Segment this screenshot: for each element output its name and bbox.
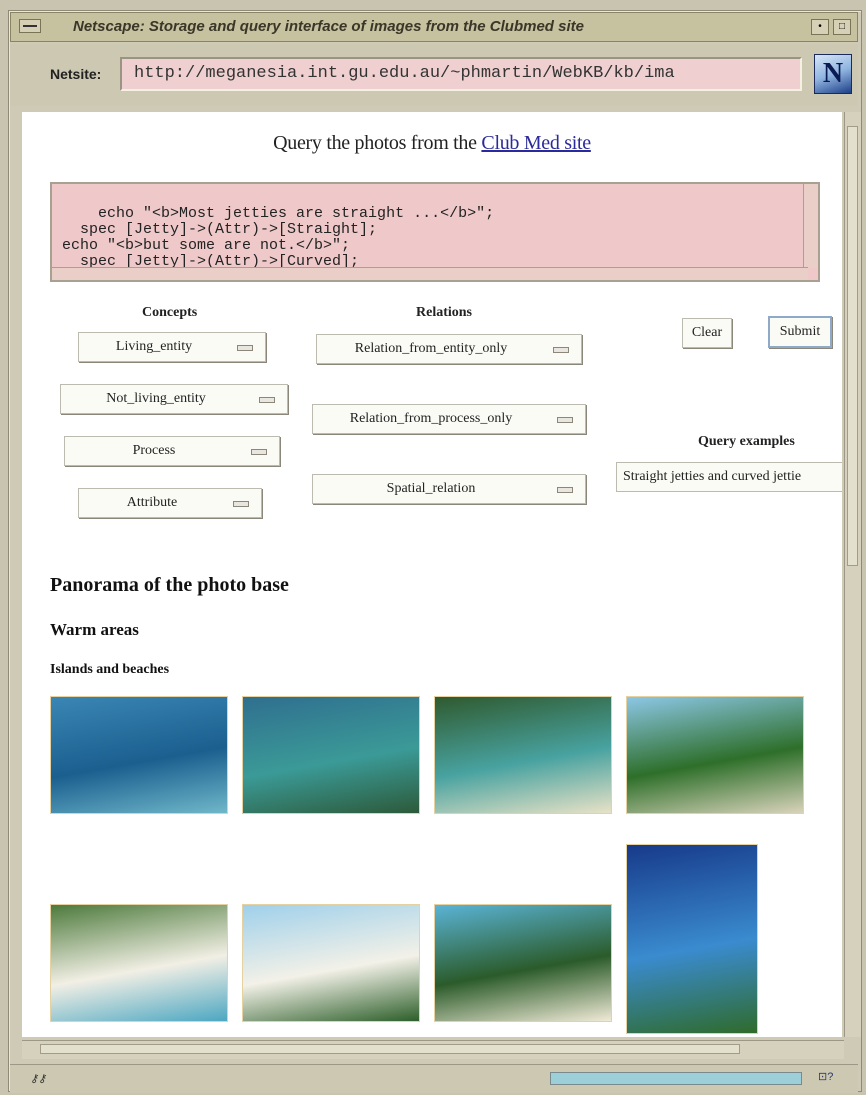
relation-select-process[interactable]: Relation_from_process_only [312,404,586,434]
club-med-link[interactable]: Club Med site [481,132,591,154]
option-menu-icon [233,501,249,507]
horizontal-scrollbar[interactable] [22,1040,844,1059]
query-vertical-scrollbar[interactable] [803,184,818,268]
photo-thumbnail-8[interactable] [626,844,758,1034]
subsubsection-title: Islands and beaches [50,662,170,677]
relation-select-spatial[interactable]: Spatial_relation [312,474,586,504]
photo-thumbnail-7[interactable] [434,904,612,1022]
window-title: Netscape: Storage and query interface of… [73,18,584,35]
window-menu-button[interactable] [19,19,41,33]
option-menu-icon [237,345,253,351]
select-label: Process [132,443,176,458]
concept-select-attribute[interactable]: Attribute [78,488,262,518]
query-textarea[interactable]: echo "<b>Most jetties are straight ...</… [50,182,820,282]
photo-thumbnail-4[interactable] [626,696,804,814]
netscape-logo[interactable]: N [814,54,852,94]
location-bar: Netsite: http://meganesia.int.gu.edu.au/… [10,44,858,106]
photo-thumbnail-3[interactable] [434,696,612,814]
submit-button[interactable]: Submit [768,316,832,348]
section-title: Panorama of the photo base [50,574,289,596]
location-label: Netsite: [50,66,102,82]
status-bar: ⚷⚷ ⊡? [10,1064,858,1093]
page-content: Query the photos from the Club Med site … [22,112,842,1037]
heading-text: Query the photos from the [273,132,477,154]
query-text: echo "<b>Most jetties are straight ...</… [62,205,495,270]
page-heading: Query the photos from the Club Med site [22,132,842,155]
query-examples-select[interactable]: Straight jetties and curved jettie [616,462,842,492]
option-menu-icon [259,397,275,403]
option-menu-icon [557,487,573,493]
photo-thumbnail-1[interactable] [50,696,228,814]
option-menu-icon [251,449,267,455]
vertical-scrollbar-thumb[interactable] [847,126,858,566]
select-label: Attribute [126,495,178,510]
query-horizontal-scrollbar[interactable] [52,267,808,280]
mail-icon[interactable]: ⊡? [818,1070,833,1083]
security-key-icon[interactable]: ⚷⚷ [30,1072,46,1085]
minimize-button[interactable]: • [811,19,829,35]
select-label: Spatial_relation [386,481,476,496]
select-label: Living_entity [115,339,193,354]
concept-select-process[interactable]: Process [64,436,280,466]
url-field[interactable]: http://meganesia.int.gu.edu.au/~phmartin… [120,57,802,91]
concept-select-living-entity[interactable]: Living_entity [78,332,266,362]
select-label: Relation_from_entity_only [354,341,508,356]
subsection-title: Warm areas [50,620,139,639]
clear-button[interactable]: Clear [682,318,732,348]
option-menu-icon [557,417,573,423]
horizontal-scrollbar-thumb[interactable] [40,1044,740,1054]
concept-select-not-living-entity[interactable]: Not_living_entity [60,384,288,414]
photo-thumbnail-5[interactable] [50,904,228,1022]
photo-thumbnail-6[interactable] [242,904,420,1022]
progress-bar [550,1072,802,1085]
select-label: Relation_from_process_only [349,411,513,426]
photo-thumbnail-2[interactable] [242,696,420,814]
maximize-button[interactable]: □ [833,19,851,35]
relation-select-entity[interactable]: Relation_from_entity_only [316,334,582,364]
query-examples-heading: Query examples [698,434,795,449]
concepts-heading: Concepts [142,305,198,320]
select-label: Not_living_entity [106,391,206,406]
relations-heading: Relations [416,305,472,320]
option-menu-icon [553,347,569,353]
title-bar: Netscape: Storage and query interface of… [10,12,858,42]
vertical-scrollbar[interactable] [844,112,861,1037]
